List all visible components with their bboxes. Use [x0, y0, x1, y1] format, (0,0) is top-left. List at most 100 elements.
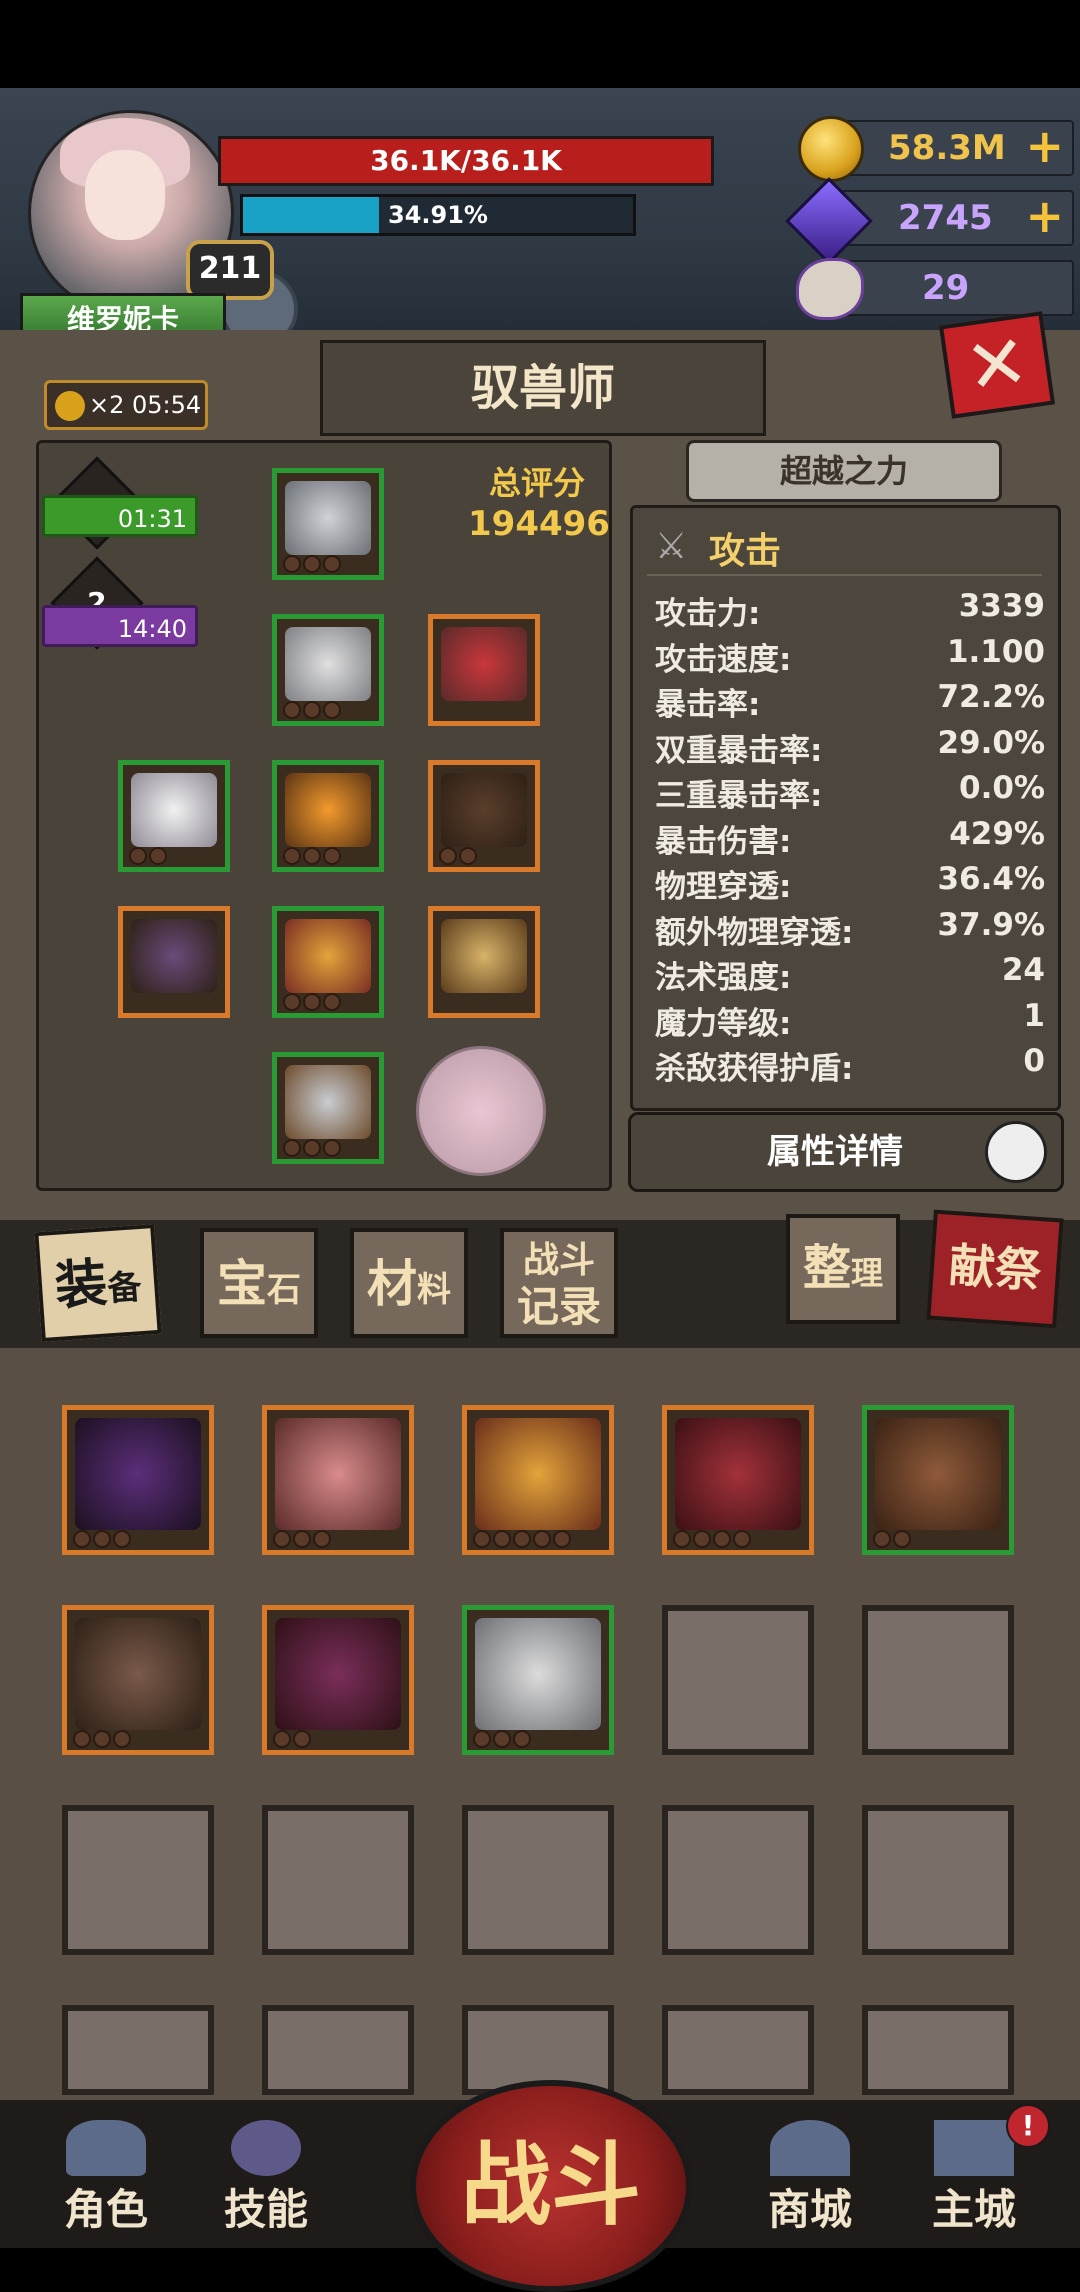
gauntlets-icon	[285, 919, 371, 993]
socket-dots	[473, 1730, 531, 1748]
notification-badge: !	[1006, 2104, 1050, 2148]
inventory-item[interactable]	[62, 1405, 214, 1555]
horn-counter: 29	[840, 260, 1074, 316]
ram-skull-icon	[796, 258, 864, 320]
inventory-item[interactable]	[462, 1405, 614, 1555]
inventory-empty-slot[interactable]	[662, 1605, 814, 1755]
bow-weapon-icon	[131, 919, 217, 993]
boots-slot[interactable]	[272, 1052, 384, 1164]
inventory-empty-slot[interactable]	[862, 1805, 1014, 1955]
stat-value: 29.0%	[937, 724, 1045, 761]
crossbow-icon	[441, 919, 527, 993]
cloak-slot[interactable]	[118, 760, 230, 872]
offhand-slot[interactable]	[428, 906, 540, 1018]
flame-belt-icon	[285, 773, 371, 847]
inventory-item[interactable]	[862, 1405, 1014, 1555]
nav-character[interactable]: 角色	[36, 2120, 176, 2240]
stat-label: 双重暴击率:	[655, 732, 823, 769]
boots-icon	[285, 1065, 371, 1139]
helmet-slot[interactable]	[272, 468, 384, 580]
stat-label: 物理穿透:	[655, 869, 792, 905]
socket-dots	[73, 1730, 131, 1748]
stat-label: 攻击力:	[655, 596, 761, 632]
sort-main: 整	[802, 1240, 851, 1296]
inventory-empty-slot[interactable]	[862, 2005, 1014, 2095]
weapon-slot[interactable]	[118, 906, 230, 1018]
socket-dots	[73, 1530, 131, 1548]
inventory-item[interactable]	[462, 1605, 614, 1755]
inventory-item[interactable]	[262, 1405, 414, 1555]
gold-amount: 58.3M	[888, 128, 1006, 168]
castle-nav-icon	[934, 2120, 1014, 2176]
hammer-buff-timer: 14:40	[42, 605, 198, 647]
class-title: 驭兽师	[320, 340, 766, 436]
stat-label: 法术强度:	[655, 960, 792, 996]
beyond-power-button[interactable]: 超越之力	[686, 440, 1002, 502]
inventory-empty-slot[interactable]	[262, 1805, 414, 1955]
stat-row: 攻击力: 3339	[655, 588, 1045, 632]
nav-shop[interactable]: 商城	[740, 2120, 880, 2240]
nav-skills-label: 技能	[223, 2185, 308, 2234]
nav-city-label: 主城	[931, 2185, 1016, 2234]
fang-necklace-icon	[441, 773, 527, 847]
tab-battle-log-line1: 战斗	[522, 1240, 595, 1281]
socket-dots	[473, 1530, 571, 1548]
socket-dots	[273, 1730, 311, 1748]
double-reward-text: ×2 05:54	[89, 391, 202, 419]
helmet-icon	[285, 481, 371, 555]
stat-label: 额外物理穿透:	[655, 914, 854, 951]
tab-battle-log-line2: 记录	[516, 1282, 601, 1331]
tab-materials[interactable]: 材料	[350, 1228, 468, 1338]
gloves-slot[interactable]	[272, 906, 384, 1018]
horn-amount: 29	[922, 268, 970, 308]
stat-value: 429%	[949, 815, 1045, 852]
nav-battle-button[interactable]: 战斗	[410, 2080, 692, 2292]
attribute-details-button[interactable]: 属性详情	[628, 1112, 1064, 1192]
belt-slot[interactable]	[272, 760, 384, 872]
stat-label: 暴击率:	[655, 687, 761, 723]
necklace-slot[interactable]	[428, 760, 540, 872]
tab-equipment-main: 装	[53, 1253, 110, 1317]
luck-buff-timer: 01:31	[42, 495, 198, 537]
inventory-item[interactable]	[262, 1605, 414, 1755]
add-gems-button[interactable]: +	[1025, 190, 1064, 242]
stat-row: 魔力等级: 1	[655, 998, 1045, 1042]
crossed-swords-icon: ⚔	[655, 526, 688, 567]
inventory-empty-slot[interactable]	[262, 2005, 414, 2095]
total-score-value: 194496	[468, 504, 610, 544]
nav-skills[interactable]: 技能	[196, 2120, 336, 2240]
inventory-empty-slot[interactable]	[662, 2005, 814, 2095]
stat-label: 攻击速度:	[655, 641, 792, 678]
stat-value: 36.4%	[937, 861, 1045, 897]
socket-dots	[673, 1530, 751, 1548]
tab-battle-log[interactable]: 战斗 记录	[500, 1228, 618, 1338]
inventory-empty-slot[interactable]	[862, 1605, 1014, 1755]
inventory-empty-slot[interactable]	[662, 1805, 814, 1955]
tab-equipment[interactable]: 装备	[34, 1223, 162, 1343]
exp-bar: 34.91%	[240, 194, 636, 236]
stat-value: 3339	[958, 588, 1045, 624]
plate-armor-icon	[285, 627, 371, 701]
stats-panel: ⚔ 攻击 攻击力: 3339 攻击速度: 1.100 暴击率: 72.2% 双重暴击率: 29…	[630, 505, 1061, 1111]
inventory-empty-slot[interactable]	[62, 1805, 214, 1955]
gold-coin-icon	[798, 116, 864, 182]
inventory-item[interactable]	[662, 1405, 814, 1555]
sacrifice-button[interactable]: 献祭	[926, 1209, 1064, 1329]
stat-row: 杀敌获得护盾: 0	[655, 1043, 1045, 1087]
nav-shop-label: 商城	[767, 2185, 852, 2234]
red-bow-icon	[275, 1418, 401, 1530]
pet-slot[interactable]	[428, 614, 540, 726]
socket-dots	[873, 1530, 911, 1548]
close-button[interactable]: ✕	[938, 311, 1056, 419]
tab-gems[interactable]: 宝石	[200, 1228, 318, 1338]
inventory-empty-slot[interactable]	[462, 1805, 614, 1955]
stat-row: 双重暴击率: 29.0%	[655, 725, 1045, 769]
magnifier-icon	[985, 1121, 1047, 1183]
add-gold-button[interactable]: +	[1025, 120, 1064, 172]
stat-row: 法术强度: 24	[655, 952, 1045, 996]
armor-slot[interactable]	[272, 614, 384, 726]
inventory-item[interactable]	[62, 1605, 214, 1755]
wax-seal-icon[interactable]	[416, 1046, 546, 1176]
sort-button[interactable]: 整理	[786, 1214, 900, 1324]
inventory-empty-slot[interactable]	[62, 2005, 214, 2095]
